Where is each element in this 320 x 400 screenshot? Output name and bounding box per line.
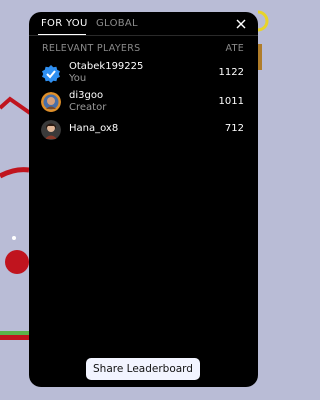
tab-bar: FOR YOU GLOBAL <box>29 12 258 36</box>
player-score: 712 <box>224 123 244 134</box>
share-leaderboard-button[interactable]: Share Leaderboard <box>86 358 200 380</box>
player-score: 1011 <box>218 96 244 107</box>
leaderboard-panel: FOR YOU GLOBAL RELEVANT PLAYERS ATE Otab… <box>29 12 258 387</box>
player-name: Hana_ox8 <box>69 123 119 134</box>
leaderboard-row[interactable]: di3goo Creator 1011 <box>29 90 258 116</box>
tab-for-you[interactable]: FOR YOU <box>41 18 88 29</box>
player-name: di3goo <box>69 90 104 101</box>
tab-divider <box>29 35 258 36</box>
close-button[interactable] <box>234 17 248 31</box>
player-avatar <box>41 120 61 140</box>
player-name: Otabek199225 <box>69 61 144 72</box>
score-column-header: ATE <box>225 43 244 54</box>
creator-avatar <box>41 92 61 112</box>
player-subtitle: Creator <box>69 102 107 113</box>
verified-badge-icon <box>41 64 61 84</box>
players-column-header: RELEVANT PLAYERS <box>42 43 141 54</box>
leaderboard-row[interactable]: Hana_ox8 712 <box>29 120 258 146</box>
tab-global[interactable]: GLOBAL <box>96 18 138 29</box>
player-subtitle: You <box>69 73 87 84</box>
close-icon <box>236 19 246 29</box>
player-score: 1122 <box>218 67 244 78</box>
leaderboard-row[interactable]: Otabek199225 You 1122 <box>29 61 258 87</box>
